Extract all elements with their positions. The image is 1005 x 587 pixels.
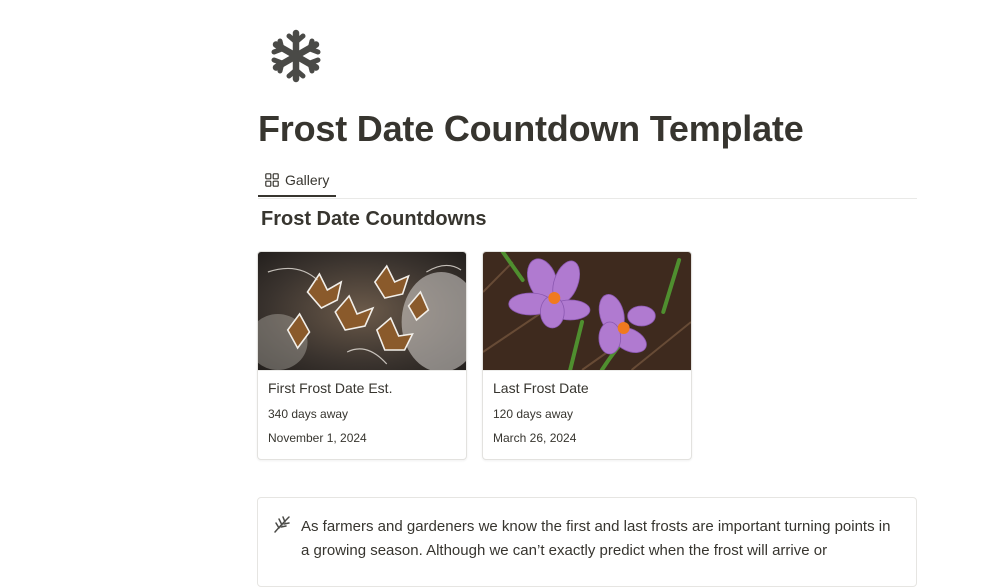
gallery-grid-icon	[265, 172, 279, 187]
card-date: March 26, 2024	[493, 431, 577, 445]
sprout-branch-icon[interactable]	[272, 514, 292, 534]
tab-gallery-label: Gallery	[285, 171, 330, 188]
snowflake-icon[interactable]	[268, 28, 324, 84]
card-title: First Frost Date Est.	[268, 380, 393, 396]
card-date: November 1, 2024	[268, 431, 367, 445]
frosted-leaves-photo	[258, 252, 466, 371]
database-title[interactable]: Frost Date Countdowns	[261, 208, 487, 231]
callout-block[interactable]: As farmers and gardeners we know the fir…	[257, 497, 917, 587]
view-tabs: Gallery	[258, 164, 917, 199]
card-countdown: 340 days away	[268, 407, 349, 421]
gallery-card-first-frost[interactable]: First Frost Date Est. 340 days away Nove…	[257, 251, 467, 460]
page-title[interactable]: Frost Date Countdown Template	[258, 108, 804, 150]
callout-text: As farmers and gardeners we know the fir…	[301, 518, 891, 559]
tab-gallery[interactable]: Gallery	[258, 164, 336, 197]
purple-crocus-photo	[483, 252, 691, 371]
card-title: Last Frost Date	[493, 380, 589, 396]
gallery-card-last-frost[interactable]: Last Frost Date 120 days away March 26, …	[482, 251, 692, 460]
card-countdown: 120 days away	[493, 407, 574, 421]
